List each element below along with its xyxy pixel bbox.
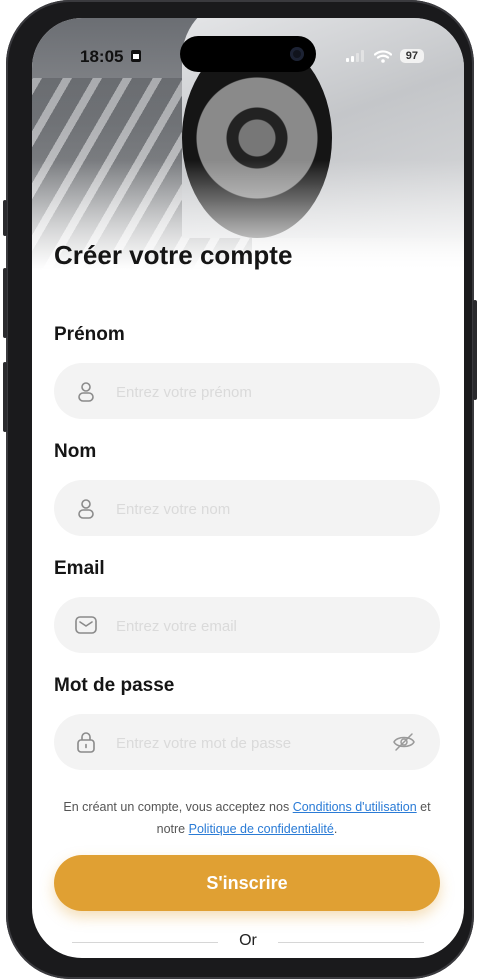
status-time: 18:05 [80,47,142,67]
email-field[interactable] [54,597,440,655]
password-field[interactable] [54,714,440,772]
volume-up-button [3,268,7,338]
terms-text: En créant un compte, vous acceptez nos C… [63,800,431,836]
first-name-label: Prénom [54,324,125,345]
first-name-field[interactable] [54,363,440,421]
signal-icon [345,50,364,62]
volume-down-button [3,362,7,432]
phone-frame: 18:05 97 Créer votre compte Prénom Entre… [3,0,477,979]
divider-left [72,942,218,943]
action-button [3,200,7,236]
user-icon [78,499,94,519]
signup-button[interactable]: S'inscrire [54,855,440,911]
privacy-policy-link[interactable]: Politique de confidentialité [189,822,334,836]
sim-icon [131,50,142,62]
password-input[interactable] [114,714,388,772]
screen: 18:05 97 Créer votre compte Prénom Entre… [32,18,464,958]
email-input[interactable] [114,597,388,655]
wifi-icon [373,49,392,63]
conditions-link[interactable]: Conditions d'utilisation [293,800,417,814]
last-name-label: Nom [54,441,97,462]
dynamic-island [180,36,316,72]
first-name-input[interactable] [114,363,388,421]
status-icons: 97 [345,49,424,63]
email-label: Email [54,558,105,579]
power-button [473,300,477,400]
eye-off-icon[interactable] [392,730,416,754]
lock-icon [77,732,95,753]
divider-right [278,942,424,943]
last-name-field[interactable] [54,480,440,538]
camera-icon [290,47,304,61]
or-separator: Or [239,932,257,949]
password-label: Mot de passe [54,675,175,696]
last-name-input[interactable] [114,480,388,538]
user-icon [78,382,94,402]
battery-indicator: 97 [399,49,424,63]
page-title: Créer votre compte [54,240,293,270]
mail-icon [75,616,97,634]
